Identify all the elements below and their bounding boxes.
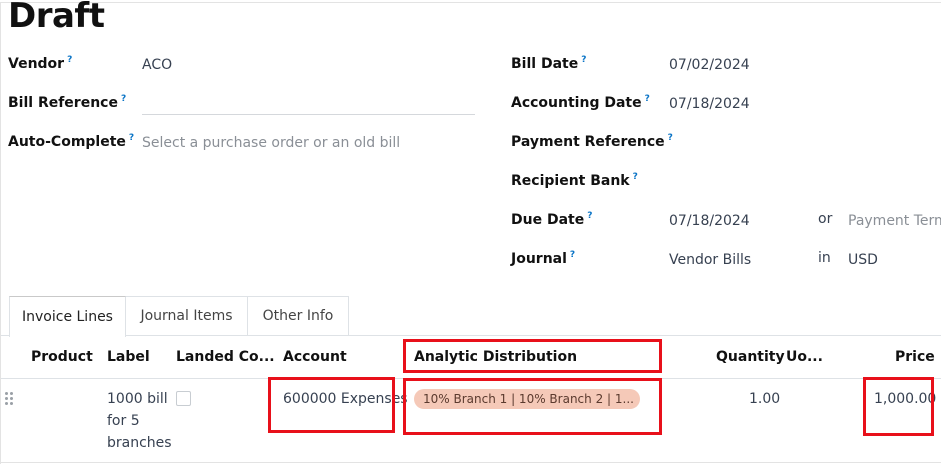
due-date-label: Due Date? (511, 211, 593, 228)
help-icon[interactable]: ? (581, 55, 586, 65)
recipient-bank-field[interactable] (669, 172, 934, 190)
auto-complete-field[interactable]: Select a purchase order or an old bill (142, 135, 400, 151)
tab-journal-items[interactable]: Journal Items (125, 296, 248, 335)
frame-bottom-border (0, 462, 941, 463)
help-icon[interactable]: ? (67, 55, 72, 65)
column-price[interactable]: Price (895, 349, 935, 365)
journal-field[interactable]: Vendor Bills (669, 252, 751, 268)
column-product[interactable]: Product (31, 349, 93, 365)
row-label-line-1[interactable]: 1000 bill (107, 391, 168, 407)
or-text: or (818, 211, 833, 227)
due-date-field[interactable]: 07/18/2024 (669, 213, 750, 229)
tab-invoice-lines[interactable]: Invoice Lines (9, 296, 126, 337)
in-text: in (818, 250, 831, 266)
bill-reference-underline (142, 114, 475, 115)
status-title: Draft (8, 0, 105, 36)
tabs-divider (1, 335, 941, 336)
column-landed-cost[interactable]: Landed Co... (176, 349, 275, 365)
highlight-box-analytic-cell (403, 378, 662, 435)
highlight-box-account (268, 377, 395, 433)
row-label-line-2[interactable]: for 5 (107, 413, 140, 429)
accounting-date-field[interactable]: 07/18/2024 (669, 96, 750, 112)
column-uom[interactable]: Uo... (786, 349, 823, 365)
row-quantity[interactable]: 1.00 (749, 391, 780, 407)
payment-reference-field[interactable] (669, 133, 934, 151)
accounting-date-label: Accounting Date? (511, 94, 650, 111)
frame-top-border (0, 2, 941, 3)
vendor-label: Vendor? (8, 55, 73, 72)
help-icon[interactable]: ? (121, 94, 126, 104)
help-icon[interactable]: ? (570, 250, 575, 260)
payment-terms-field[interactable]: Payment Terms (848, 213, 941, 229)
bill-date-label: Bill Date? (511, 55, 587, 72)
journal-label: Journal? (511, 250, 576, 267)
bill-date-field[interactable]: 07/02/2024 (669, 57, 750, 73)
column-quantity[interactable]: Quantity (716, 349, 785, 365)
drag-handle-icon[interactable] (5, 392, 13, 406)
auto-complete-label: Auto-Complete? (8, 133, 135, 150)
frame-left-border (0, 2, 1, 464)
help-icon[interactable]: ? (587, 211, 592, 221)
row-label-line-3[interactable]: branches (107, 435, 172, 451)
column-account[interactable]: Account (283, 349, 347, 365)
bill-reference-label: Bill Reference? (8, 94, 127, 111)
column-label[interactable]: Label (107, 349, 150, 365)
recipient-bank-label: Recipient Bank? (511, 172, 638, 189)
highlight-box-analytic-header (403, 339, 662, 373)
highlight-box-price (863, 377, 934, 436)
help-icon[interactable]: ? (645, 94, 650, 104)
vendor-field[interactable]: ACO (142, 57, 172, 73)
bill-reference-field[interactable] (142, 96, 475, 114)
currency-field[interactable]: USD (848, 252, 878, 268)
payment-reference-label: Payment Reference? (511, 133, 673, 150)
landed-cost-checkbox[interactable] (176, 391, 191, 406)
help-icon[interactable]: ? (129, 133, 134, 143)
help-icon[interactable]: ? (633, 172, 638, 182)
tab-other-info[interactable]: Other Info (247, 296, 349, 335)
